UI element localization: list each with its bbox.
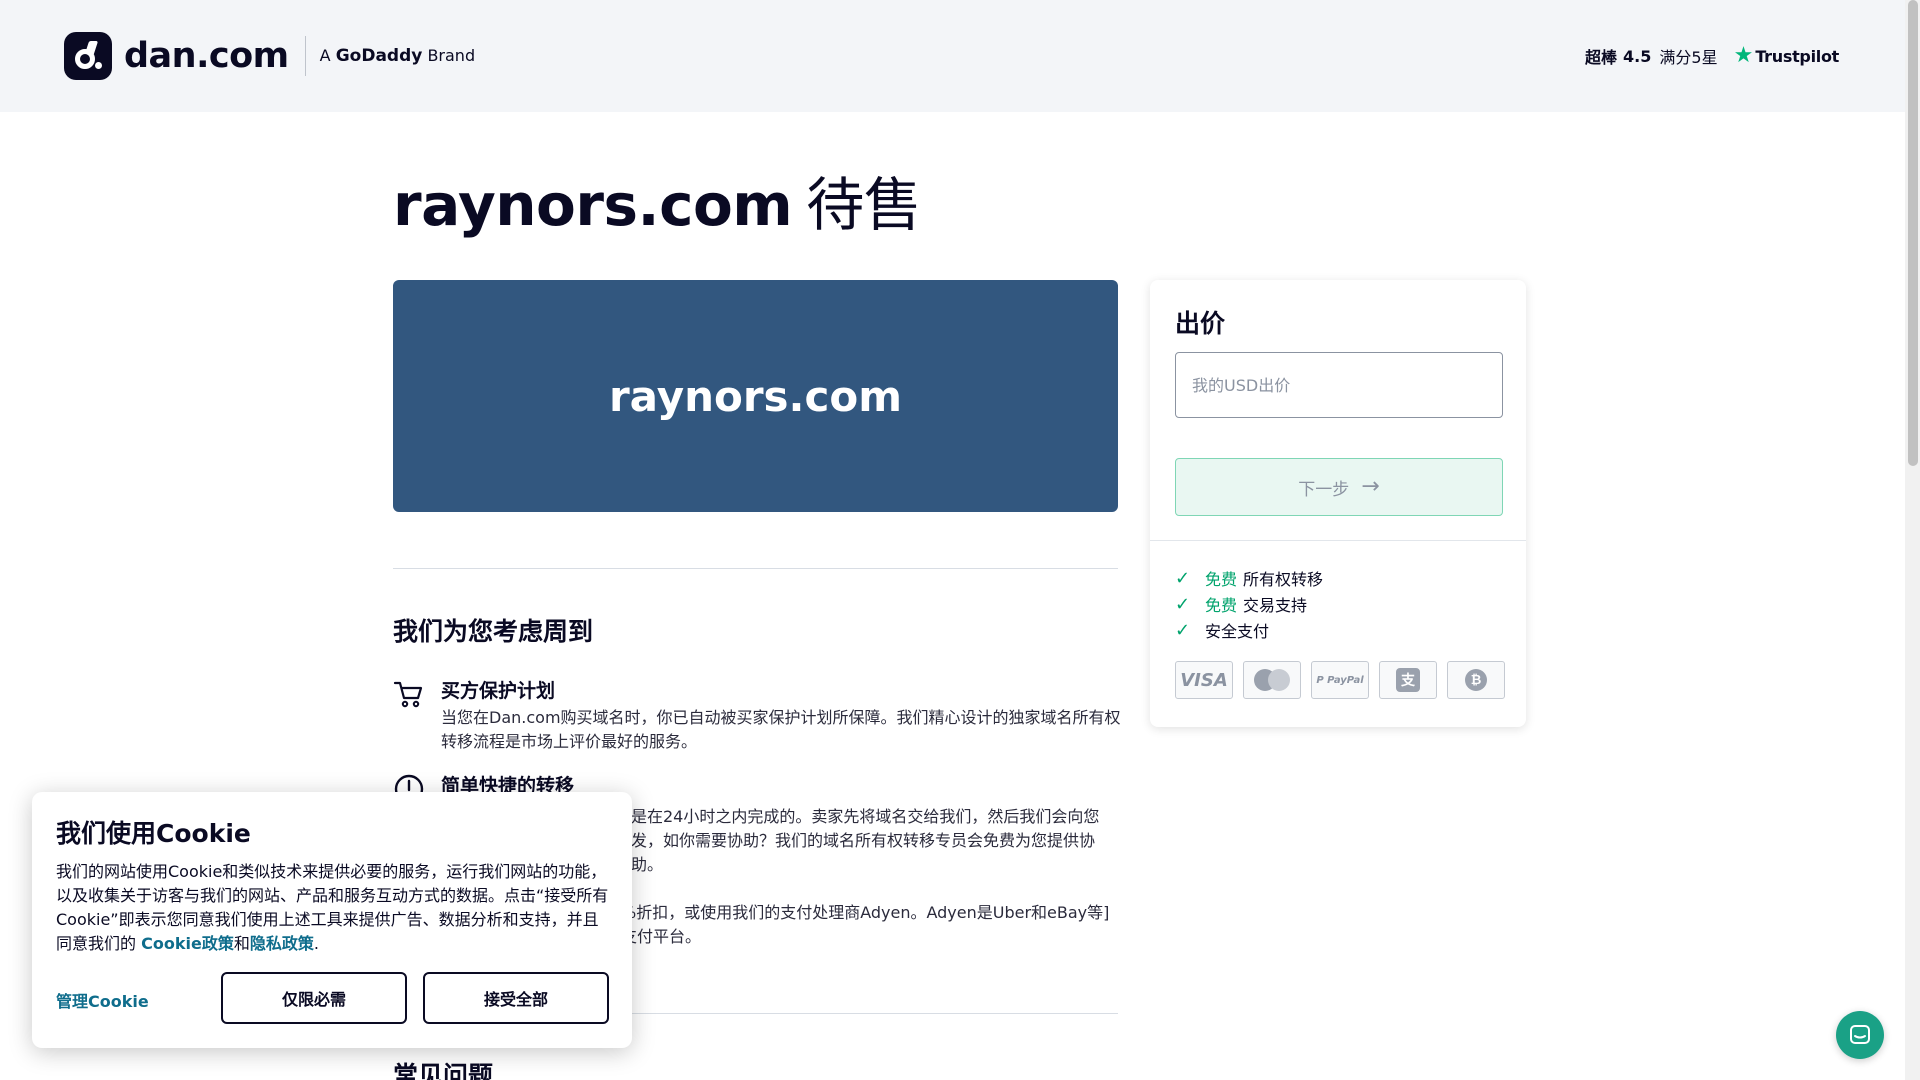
benefit-text: 所有权转移 [1243, 570, 1324, 589]
title-domain: raynors.com [393, 171, 793, 239]
cart-icon [393, 681, 423, 708]
offer-title: 出价 [1175, 309, 1226, 338]
page-title: raynors.com 待售 [393, 158, 922, 242]
bitcoin-icon: ₿ [1447, 661, 1505, 699]
benefits-list: ✓ 免费 所有权转移 ✓ 免费 交易支持 ✓ 安全支付 [1175, 565, 1323, 643]
scrollbar-thumb[interactable] [1908, 0, 1918, 466]
trustpilot-rating[interactable]: 超棒 4.5 满分5星 ★ Trustpilot [1585, 44, 1839, 68]
paypal-icon: P PayPal [1311, 661, 1369, 699]
trustpilot-text: Trustpilot [1755, 46, 1839, 66]
next-step-label: 下一步 [1298, 479, 1350, 500]
check-icon: ✓ [1175, 567, 1191, 589]
cookie-banner: 我们使用Cookie 我们的网站使用Cookie和类似技术来提供必要的服务，运行… [32, 792, 632, 1048]
check-icon: ✓ [1175, 593, 1191, 615]
cookie-title: 我们使用Cookie [56, 819, 251, 848]
alipay-icon: 支 [1379, 661, 1437, 699]
logo-text: dan.com [124, 36, 289, 76]
visa-icon: VISA [1175, 661, 1233, 699]
check-icon: ✓ [1175, 619, 1191, 641]
star-icon: ★ [1733, 43, 1754, 68]
title-for-sale: 待售 [806, 171, 922, 239]
benefit-free: 免费 [1205, 570, 1238, 589]
logo-divider [304, 36, 306, 76]
chat-button[interactable] [1836, 1011, 1884, 1059]
rating-suffix: 满分5星 [1659, 48, 1718, 67]
privacy-policy-link[interactable]: 隐私政策 [250, 934, 314, 953]
next-step-button[interactable]: 下一步 → [1175, 458, 1503, 516]
benefit-item: ✓ 免费 交易支持 [1175, 591, 1323, 617]
dan-logo-icon [64, 32, 112, 80]
feature-title: 买方保护计划 [441, 680, 556, 702]
cookie-text: 我们的网站使用Cookie和类似技术来提供必要的服务，运行我们网站的功能，以及收… [56, 862, 609, 953]
section-title: 我们为您考虑周到 [393, 617, 594, 646]
benefit-item: ✓ 免费 所有权转移 [1175, 565, 1323, 591]
domain-banner: raynors.com [393, 280, 1118, 512]
offer-card: 出价 下一步 → ✓ 免费 所有权转移 ✓ 免费 交易支持 ✓ 安全支付 VIS… [1150, 280, 1526, 727]
feature-body: %折扣，或使用我们的支付处理商Adyen。Adyen是Uber和eBay等]支付… [621, 903, 1110, 946]
card-divider [1150, 540, 1526, 541]
godaddy-brand: A GoDaddy Brand [319, 46, 476, 66]
benefit-text: 交易支持 [1243, 596, 1308, 615]
offer-amount-input[interactable] [1175, 352, 1503, 418]
feature-buyer-protection: 买方保护计划 当您在Dan.com购买域名时，你已自动被买家保护计划所保障。我们… [393, 676, 1121, 756]
rating-label: 超棒 [1585, 48, 1618, 67]
page-scrollbar[interactable] [1905, 0, 1920, 1080]
feature-body: 是在24小时之内完成的。卖家先将域名交给我们，然后我们会向您发，如你需要协助？我… [631, 807, 1100, 874]
chat-icon [1850, 1025, 1870, 1044]
mastercard-icon [1243, 661, 1301, 699]
logo[interactable]: dan.com A GoDaddy Brand [64, 32, 475, 80]
site-header: dan.com A GoDaddy Brand 超棒 4.5 满分5星 ★ Tr… [0, 0, 1905, 112]
necessary-only-button[interactable]: 仅限必需 [221, 972, 407, 1024]
banner-domain: raynors.com [608, 371, 903, 421]
benefit-item: ✓ 安全支付 [1175, 617, 1323, 643]
arrow-right-icon: → [1361, 474, 1380, 499]
payment-methods: VISA P PayPal 支 ₿ [1175, 661, 1505, 699]
manage-cookies-link[interactable]: 管理Cookie [56, 988, 149, 1012]
accept-all-button[interactable]: 接受全部 [423, 972, 609, 1024]
divider [393, 568, 1118, 569]
feature-body: 当您在Dan.com购买域名时，你已自动被买家保护计划所保障。我们精心设计的独家… [441, 708, 1121, 751]
cookie-policy-link[interactable]: Cookie政策 [141, 934, 234, 953]
faq-title: 常见问题 [393, 1061, 494, 1080]
benefit-text: 安全支付 [1205, 622, 1270, 641]
benefit-free: 免费 [1205, 596, 1238, 615]
rating-score: 4.5 [1623, 46, 1652, 66]
